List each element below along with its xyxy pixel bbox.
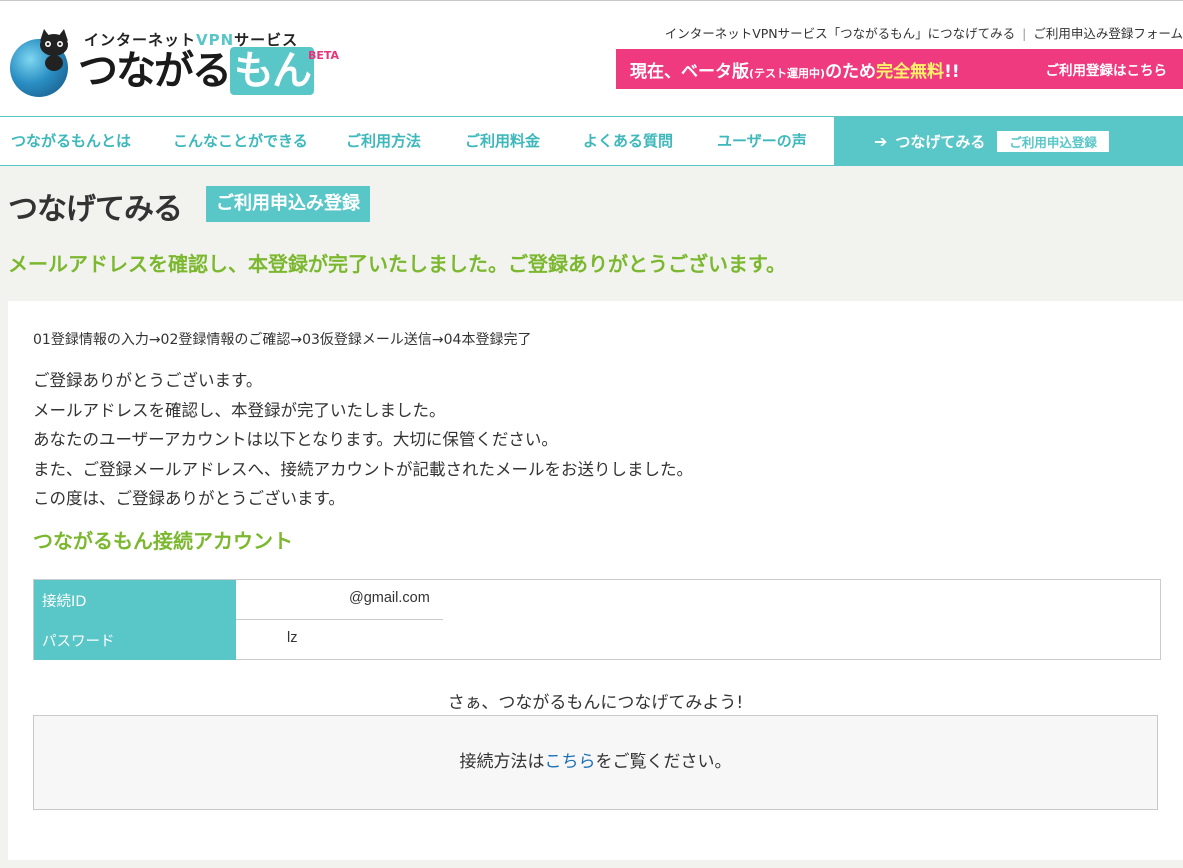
page-subtitle: メールアドレスを確認し、本登録が完了いたしました。ご登録ありがとうございます。: [8, 252, 786, 276]
message-line: メールアドレスを確認し、本登録が完了いたしました。: [33, 401, 446, 420]
lets-connect-text: さぁ、つながるもんにつなげてみよう!: [447, 693, 744, 713]
guide-link[interactable]: こちら: [545, 752, 596, 772]
promo-text: 現在、ベータ版(テスト運用中)のため完全無料!!: [630, 61, 960, 82]
nav-item-voices[interactable]: ユーザーの声: [717, 117, 807, 165]
password-value: lz: [236, 620, 443, 660]
message-line: あなたのユーザーアカウントは以下となります。大切に保管ください。: [33, 430, 558, 449]
password-label: パスワード: [34, 620, 236, 660]
connection-guide-box: 接続方法はこちらをご覧ください。: [33, 715, 1158, 810]
nav-item-pricing[interactable]: ご利用料金: [465, 117, 540, 165]
logo-brand: つながる もん: [78, 47, 314, 95]
beta-badge: BETA: [308, 49, 340, 62]
promo-signup-link[interactable]: ご利用登録はこちら: [1046, 59, 1168, 79]
account-section-title: つながるもん接続アカウント: [33, 529, 293, 553]
message-line: ご登録ありがとうございます。: [33, 371, 263, 390]
page-title-tag: ご利用申込み登録: [206, 186, 370, 222]
breadcrumb: インターネットVPNサービス「つながるもん」につなげてみる | ご利用申込み登録…: [665, 23, 1183, 42]
nav-connect-label: つなげてみる: [895, 132, 986, 151]
nav-item-connect[interactable]: ➔ つなげてみる ご利用申込登録: [834, 116, 1183, 166]
guide-text-pre: 接続方法は: [459, 752, 545, 772]
message-line: この度は、ご登録ありがとうございます。: [33, 489, 345, 508]
connection-id-value: @gmail.com: [236, 580, 443, 620]
site-header: インターネットVPNサービス つながる もん BETA インターネットVPNサービ…: [0, 1, 1183, 116]
main-content: 01登録情報の入力→02登録情報のご確認→03仮登録メール送信→04本登録完了 …: [8, 301, 1183, 860]
arrow-right-icon: ➔: [874, 131, 888, 151]
message-line: また、ご登録メールアドレスへ、接続アカウントが記載されたメールをお送りしました。: [33, 460, 693, 479]
nav-connect-tag: ご利用申込登録: [997, 130, 1109, 152]
breadcrumb-separator: |: [1022, 26, 1027, 41]
main-nav: つながるもんとは こんなことができる ご利用方法 ご利用料金 よくある質問 ユー…: [0, 116, 1183, 166]
nav-item-faq[interactable]: よくある質問: [583, 117, 673, 165]
breadcrumb-site-link[interactable]: インターネットVPNサービス「つながるもん」につなげてみる: [665, 26, 1015, 41]
guide-text-post: をご覧ください。: [595, 752, 732, 772]
nav-item-usage[interactable]: ご利用方法: [346, 117, 421, 165]
beta-promo-banner[interactable]: 現在、ベータ版(テスト運用中)のため完全無料!! ご利用登録はこちら: [616, 49, 1183, 89]
site-logo[interactable]: インターネットVPNサービス つながる もん BETA: [8, 23, 348, 101]
nav-item-about[interactable]: つながるもんとは: [11, 117, 131, 165]
page-title: つなげてみる: [8, 192, 183, 227]
cat-mascot-icon: [40, 29, 68, 71]
connection-id-label: 接続ID: [34, 580, 236, 620]
registration-steps: 01登録情報の入力→02登録情報のご確認→03仮登録メール送信→04本登録完了: [33, 332, 532, 348]
breadcrumb-current: ご利用申込み登録フォーム: [1033, 26, 1183, 41]
account-table: 接続ID @gmail.com パスワード lz: [33, 579, 1161, 660]
nav-item-features[interactable]: こんなことができる: [173, 117, 308, 165]
